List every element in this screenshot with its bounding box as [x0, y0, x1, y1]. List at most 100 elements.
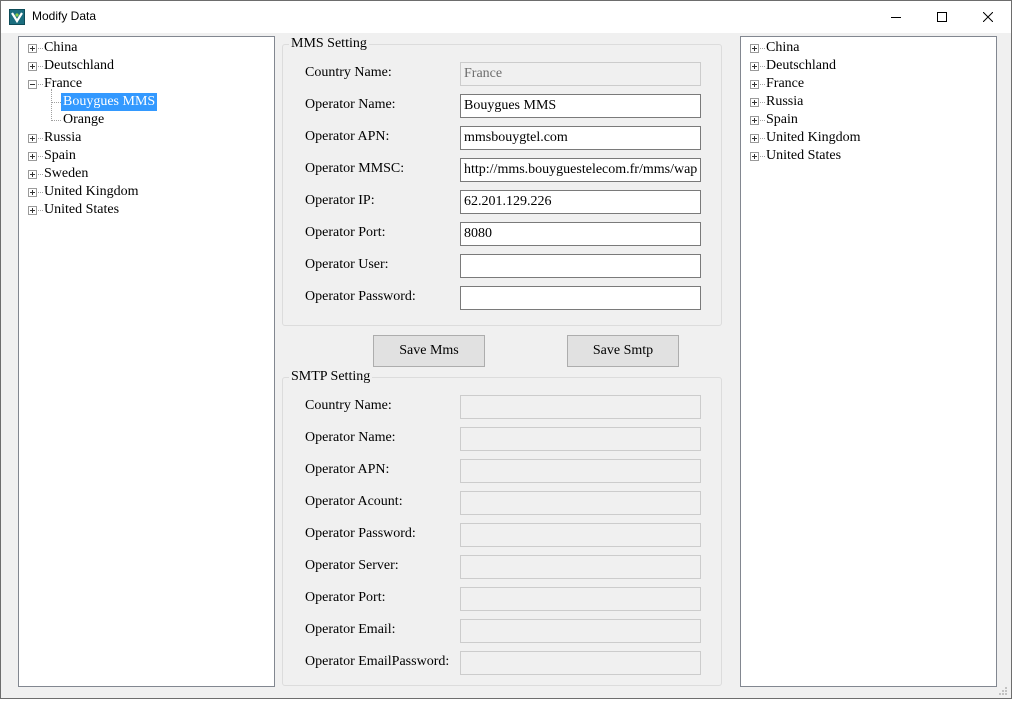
expand-plus-icon[interactable]	[750, 152, 759, 161]
window-content: China Deutschland France Bouygues MMS Orange…	[1, 33, 1011, 698]
smtp-input-operator-name	[460, 427, 701, 451]
tree-node-label: Deutschland	[766, 58, 836, 73]
title-bar[interactable]: Modify Data	[1, 1, 1011, 33]
tree-node-label: Orange	[63, 112, 105, 127]
tree-node-label: United Kingdom	[766, 130, 861, 145]
tree-node-label: United States	[44, 202, 120, 217]
mms-label-operator-user: Operator User:	[305, 257, 389, 272]
right-tree-node-france[interactable]: France	[741, 75, 996, 93]
smtp-setting-title: SMTP Setting	[289, 369, 373, 385]
resize-grip-icon[interactable]	[998, 685, 1008, 695]
right-tree-node-china[interactable]: China	[741, 39, 996, 57]
mms-label-operator-mmsc: Operator MMSC:	[305, 161, 405, 176]
close-button[interactable]	[965, 1, 1011, 33]
expand-plus-icon[interactable]	[28, 44, 37, 53]
expand-plus-icon[interactable]	[28, 62, 37, 71]
mms-input-operator-name[interactable]: Bouygues MMS	[460, 94, 701, 118]
expand-plus-icon[interactable]	[28, 188, 37, 197]
smtp-label-operator-emailpassword: Operator EmailPassword:	[305, 654, 450, 669]
smtp-input-operator-acount	[460, 491, 701, 515]
expand-plus-icon[interactable]	[750, 116, 759, 125]
mms-label-country-name: Country Name:	[305, 65, 392, 80]
tree-node-label: United States	[766, 148, 842, 163]
tree-node-label: Russia	[44, 130, 82, 145]
smtp-input-operator-port	[460, 587, 701, 611]
smtp-label-operator-server: Operator Server:	[305, 558, 399, 573]
expand-plus-icon[interactable]	[28, 152, 37, 161]
collapse-minus-icon[interactable]	[28, 80, 37, 89]
mms-label-operator-ip: Operator IP:	[305, 193, 375, 208]
mms-input-operator-mmsc[interactable]: http://mms.bouyguestelecom.fr/mms/wap	[460, 158, 701, 182]
mms-label-operator-apn: Operator APN:	[305, 129, 390, 144]
tree-node-label: Bouygues MMS	[61, 93, 158, 111]
expand-plus-icon[interactable]	[750, 44, 759, 53]
left-tree-node-france[interactable]: France	[19, 75, 274, 93]
tree-node-label: United Kingdom	[44, 184, 139, 199]
smtp-input-operator-apn	[460, 459, 701, 483]
right-tree-node-deutschland[interactable]: Deutschland	[741, 57, 996, 75]
tree-node-label: Sweden	[44, 166, 89, 181]
mms-input-operator-ip[interactable]: 62.201.129.226	[460, 190, 701, 214]
expand-plus-icon[interactable]	[750, 80, 759, 89]
smtp-label-operator-name: Operator Name:	[305, 430, 396, 445]
close-icon	[983, 12, 993, 22]
right-tree-node-united-kingdom[interactable]: United Kingdom	[741, 129, 996, 147]
left-tree-node-spain[interactable]: Spain	[19, 147, 274, 165]
save-smtp-button[interactable]: Save Smtp	[567, 335, 679, 367]
mms-setting-group: MMS Setting Country Name: France Operator …	[282, 36, 722, 326]
expand-plus-icon[interactable]	[28, 134, 37, 143]
smtp-label-operator-apn: Operator APN:	[305, 462, 390, 477]
left-tree-node-united-kingdom[interactable]: United Kingdom	[19, 183, 274, 201]
tree-node-label: Spain	[44, 148, 76, 163]
tree-node-label: France	[766, 76, 805, 91]
smtp-setting-group: SMTP Setting Country Name: Operator Name:…	[282, 369, 722, 686]
left-tree-node-sweden[interactable]: Sweden	[19, 165, 274, 183]
smtp-label-country-name: Country Name:	[305, 398, 392, 413]
right-country-tree[interactable]: China Deutschland France Russia Spain United …	[740, 36, 997, 687]
window-title: Modify Data	[32, 9, 97, 23]
save-mms-button[interactable]: Save Mms	[373, 335, 485, 367]
expand-plus-icon[interactable]	[750, 134, 759, 143]
modify-data-window: Modify Data China Deutschland France Bouygu…	[0, 0, 1012, 699]
maximize-icon	[937, 12, 947, 22]
smtp-label-operator-acount: Operator Acount:	[305, 494, 403, 509]
right-tree-node-united-states[interactable]: United States	[741, 147, 996, 165]
mms-input-country-name: France	[460, 62, 701, 86]
app-logo-icon	[9, 9, 25, 25]
tree-connector	[51, 102, 61, 103]
expand-plus-icon[interactable]	[750, 98, 759, 107]
left-country-tree[interactable]: China Deutschland France Bouygues MMS Orange…	[18, 36, 275, 687]
mms-input-operator-password[interactable]	[460, 286, 701, 310]
tree-node-label: Deutschland	[44, 58, 114, 73]
mms-input-operator-apn[interactable]: mmsbouygtel.com	[460, 126, 701, 150]
tree-node-label: Russia	[766, 94, 804, 109]
expand-plus-icon[interactable]	[28, 170, 37, 179]
right-tree-node-spain[interactable]: Spain	[741, 111, 996, 129]
smtp-input-operator-password	[460, 523, 701, 547]
left-tree-node-united-states[interactable]: United States	[19, 201, 274, 219]
maximize-button[interactable]	[919, 1, 965, 33]
expand-plus-icon[interactable]	[28, 206, 37, 215]
tree-node-label: China	[766, 40, 800, 55]
mms-input-operator-user[interactable]	[460, 254, 701, 278]
tree-connector-vertical	[51, 89, 52, 121]
tree-node-label: France	[44, 76, 83, 91]
minimize-button[interactable]	[873, 1, 919, 33]
smtp-input-operator-email	[460, 619, 701, 643]
smtp-label-operator-port: Operator Port:	[305, 590, 386, 605]
mms-input-operator-port[interactable]: 8080	[460, 222, 701, 246]
mms-setting-title: MMS Setting	[289, 36, 369, 52]
left-tree-node-deutschland[interactable]: Deutschland	[19, 57, 274, 75]
tree-connector	[51, 120, 61, 121]
smtp-label-operator-email: Operator Email:	[305, 622, 396, 637]
expand-plus-icon[interactable]	[750, 62, 759, 71]
right-tree-node-russia[interactable]: Russia	[741, 93, 996, 111]
tree-node-label: China	[44, 40, 78, 55]
left-tree-node-orange[interactable]: Orange	[19, 111, 274, 129]
smtp-input-country-name	[460, 395, 701, 419]
left-tree-node-russia[interactable]: Russia	[19, 129, 274, 147]
left-tree-node-bouygues-mms[interactable]: Bouygues MMS	[19, 93, 274, 111]
mms-label-operator-name: Operator Name:	[305, 97, 396, 112]
left-tree-node-china[interactable]: China	[19, 39, 274, 57]
mms-label-operator-password: Operator Password:	[305, 289, 416, 304]
